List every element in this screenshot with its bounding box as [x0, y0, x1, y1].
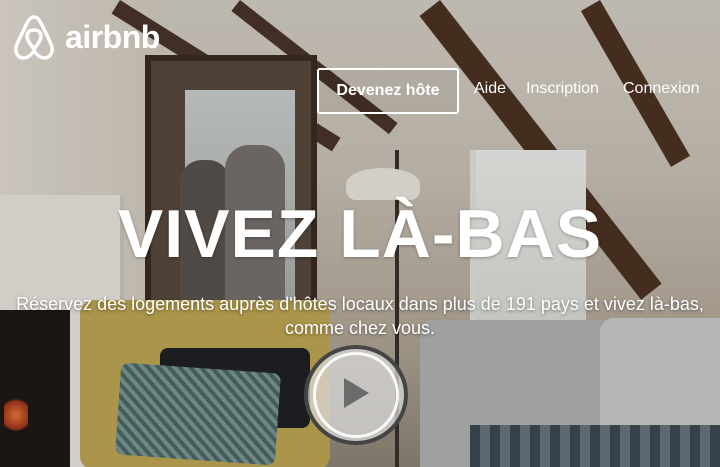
nav-link-help[interactable]: Aide	[474, 80, 506, 98]
play-icon	[340, 375, 372, 416]
airbnb-logo[interactable]: airbnb	[11, 13, 160, 61]
nav-link-login[interactable]: Connexion	[623, 80, 700, 98]
airbnb-belo-icon	[11, 13, 57, 61]
hero-headline: VIVEZ LÀ-BAS	[117, 196, 603, 272]
hero-subheadline: Réservez des logements auprès d'hôtes lo…	[16, 294, 704, 338]
play-video-button[interactable]	[304, 345, 408, 445]
nav-link-signup[interactable]: Inscription	[526, 80, 599, 98]
play-button-ring	[313, 352, 399, 438]
top-nav: Devenez hôte Aide Inscription Connexion	[317, 68, 720, 114]
become-host-button[interactable]: Devenez hôte	[317, 68, 459, 114]
brand-name: airbnb	[65, 19, 160, 55]
